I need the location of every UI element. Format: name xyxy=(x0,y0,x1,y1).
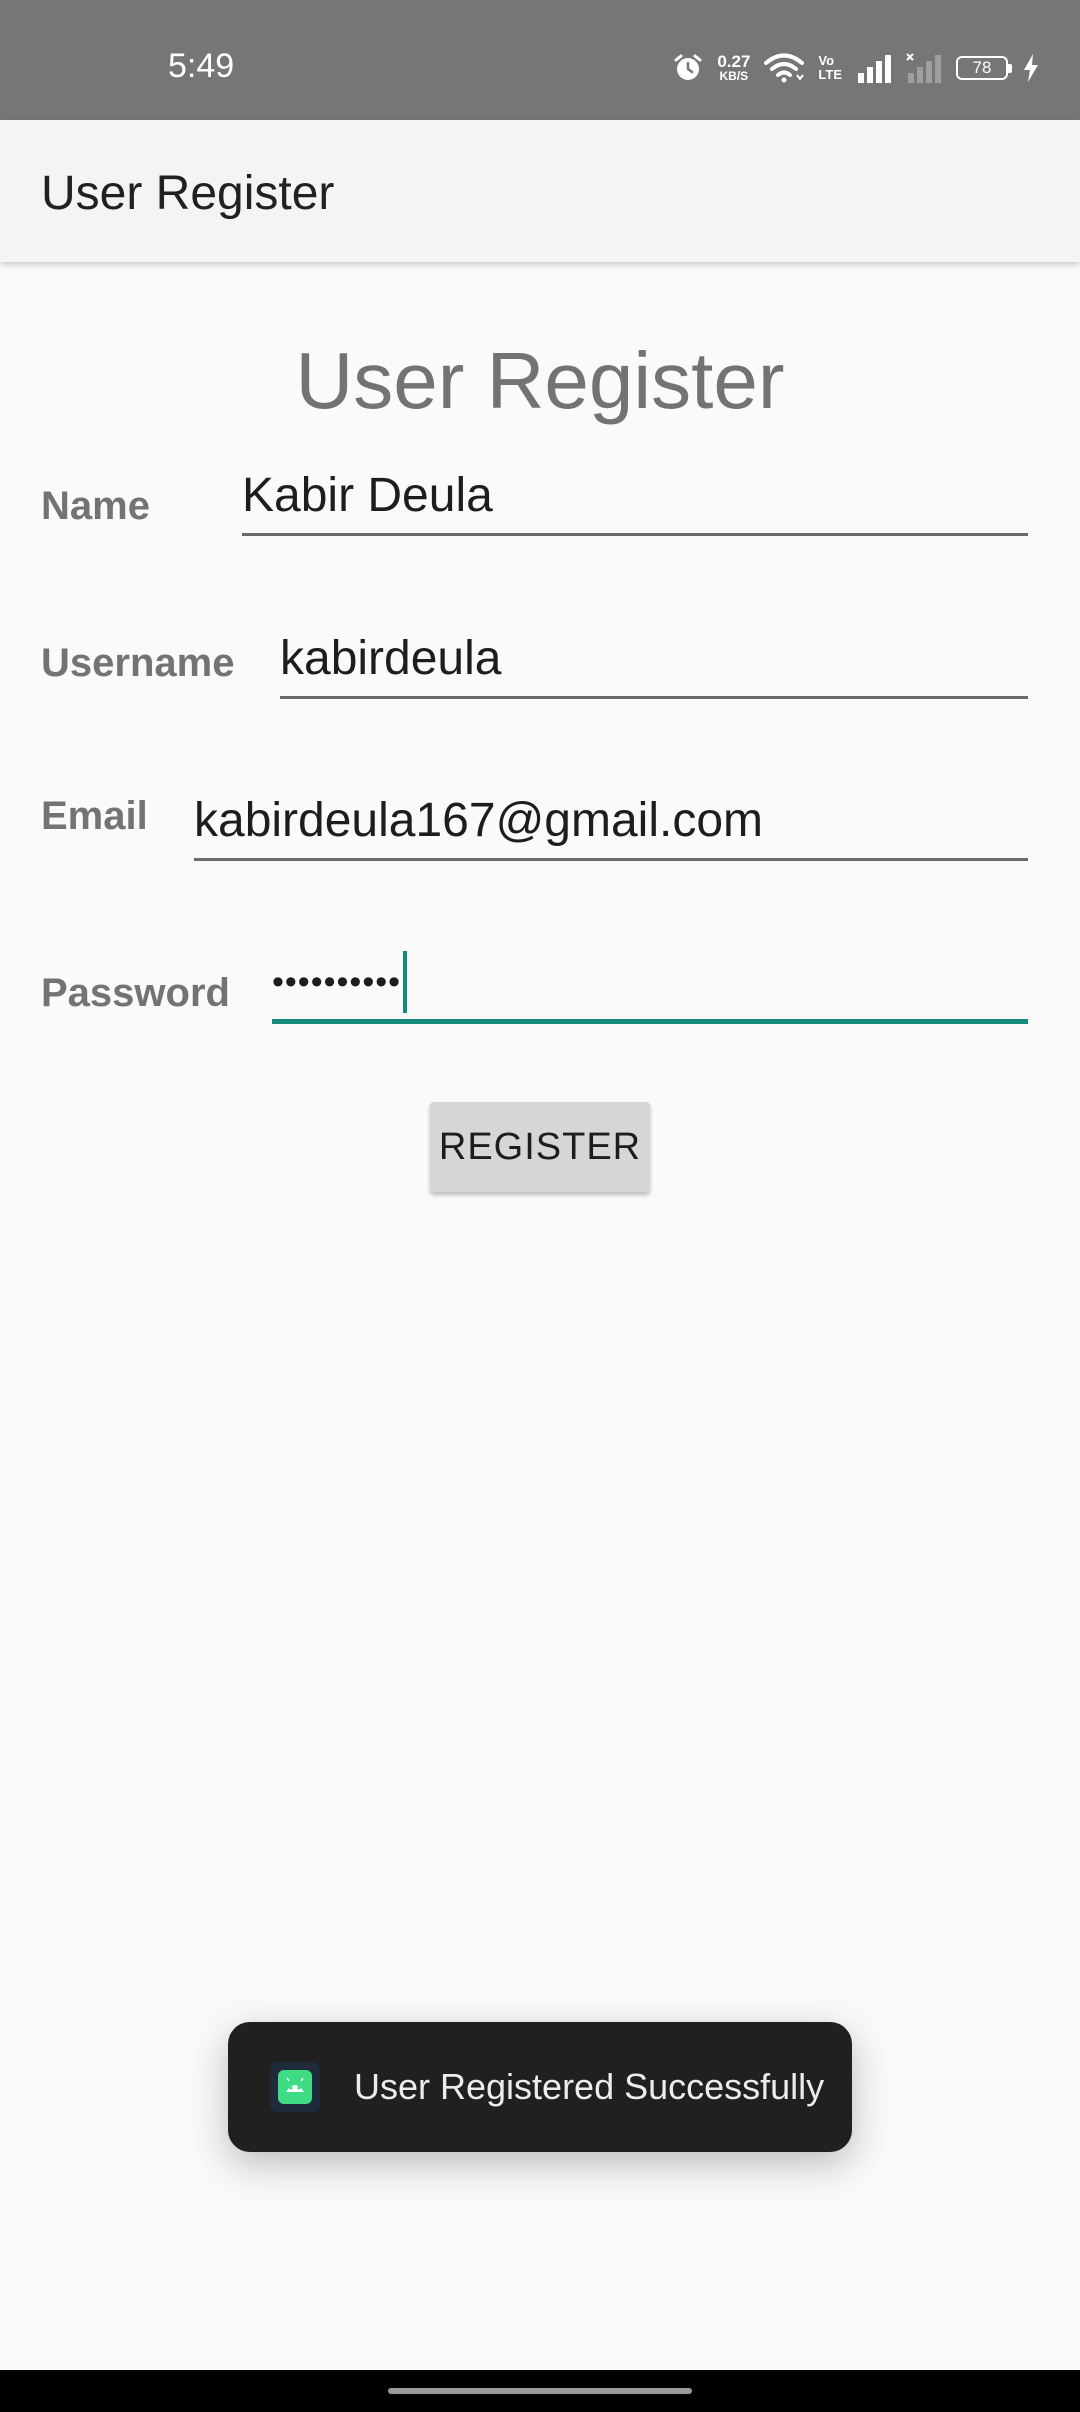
app-bar-title: User Register xyxy=(41,167,335,220)
net-speed-unit: KB/S xyxy=(719,69,749,83)
username-label: Username xyxy=(41,641,235,685)
register-button[interactable]: REGISTER xyxy=(430,1102,650,1192)
password-value: •••••••••• xyxy=(272,963,402,1002)
battery-icon: 78 xyxy=(956,56,1012,80)
gesture-handle[interactable] xyxy=(388,2388,692,2394)
password-field[interactable]: •••••••••• xyxy=(272,951,1028,1024)
navigation-bar xyxy=(0,2370,1080,2412)
net-speed-value: 0.27 xyxy=(717,52,751,71)
status-icons: 0.27 KB/S Vo LTE 78 xyxy=(673,50,1040,86)
page-title: User Register xyxy=(295,336,785,425)
signal-icon xyxy=(856,53,892,83)
volte-bottom: LTE xyxy=(818,67,842,82)
status-bar: 5:49 0.27 KB/S Vo LTE 78 xyxy=(0,0,1080,120)
name-label: Name xyxy=(41,484,150,528)
toast: User Registered Successfully xyxy=(228,2022,852,2152)
email-label: Email xyxy=(41,794,148,838)
email-field[interactable]: kabirdeula167@gmail.com xyxy=(194,791,1028,861)
name-field[interactable]: Kabir Deula xyxy=(242,466,1028,536)
app-bar: User Register xyxy=(0,120,1080,262)
signal-no-service-icon xyxy=(906,53,942,83)
volte-indicator: Vo LTE xyxy=(818,54,842,82)
net-speed-indicator: 0.27 KB/S xyxy=(717,52,751,83)
charging-icon xyxy=(1022,53,1040,83)
text-cursor xyxy=(403,951,408,1014)
username-field[interactable]: kabirdeula xyxy=(280,629,1028,699)
volte-top: Vo xyxy=(818,53,835,68)
status-time: 5:49 xyxy=(168,47,235,85)
wifi-icon xyxy=(764,53,805,83)
android-app-icon xyxy=(270,2062,320,2112)
toast-message: User Registered Successfully xyxy=(354,2066,825,2107)
password-label: Password xyxy=(41,971,230,1015)
alarm-icon xyxy=(673,53,703,83)
